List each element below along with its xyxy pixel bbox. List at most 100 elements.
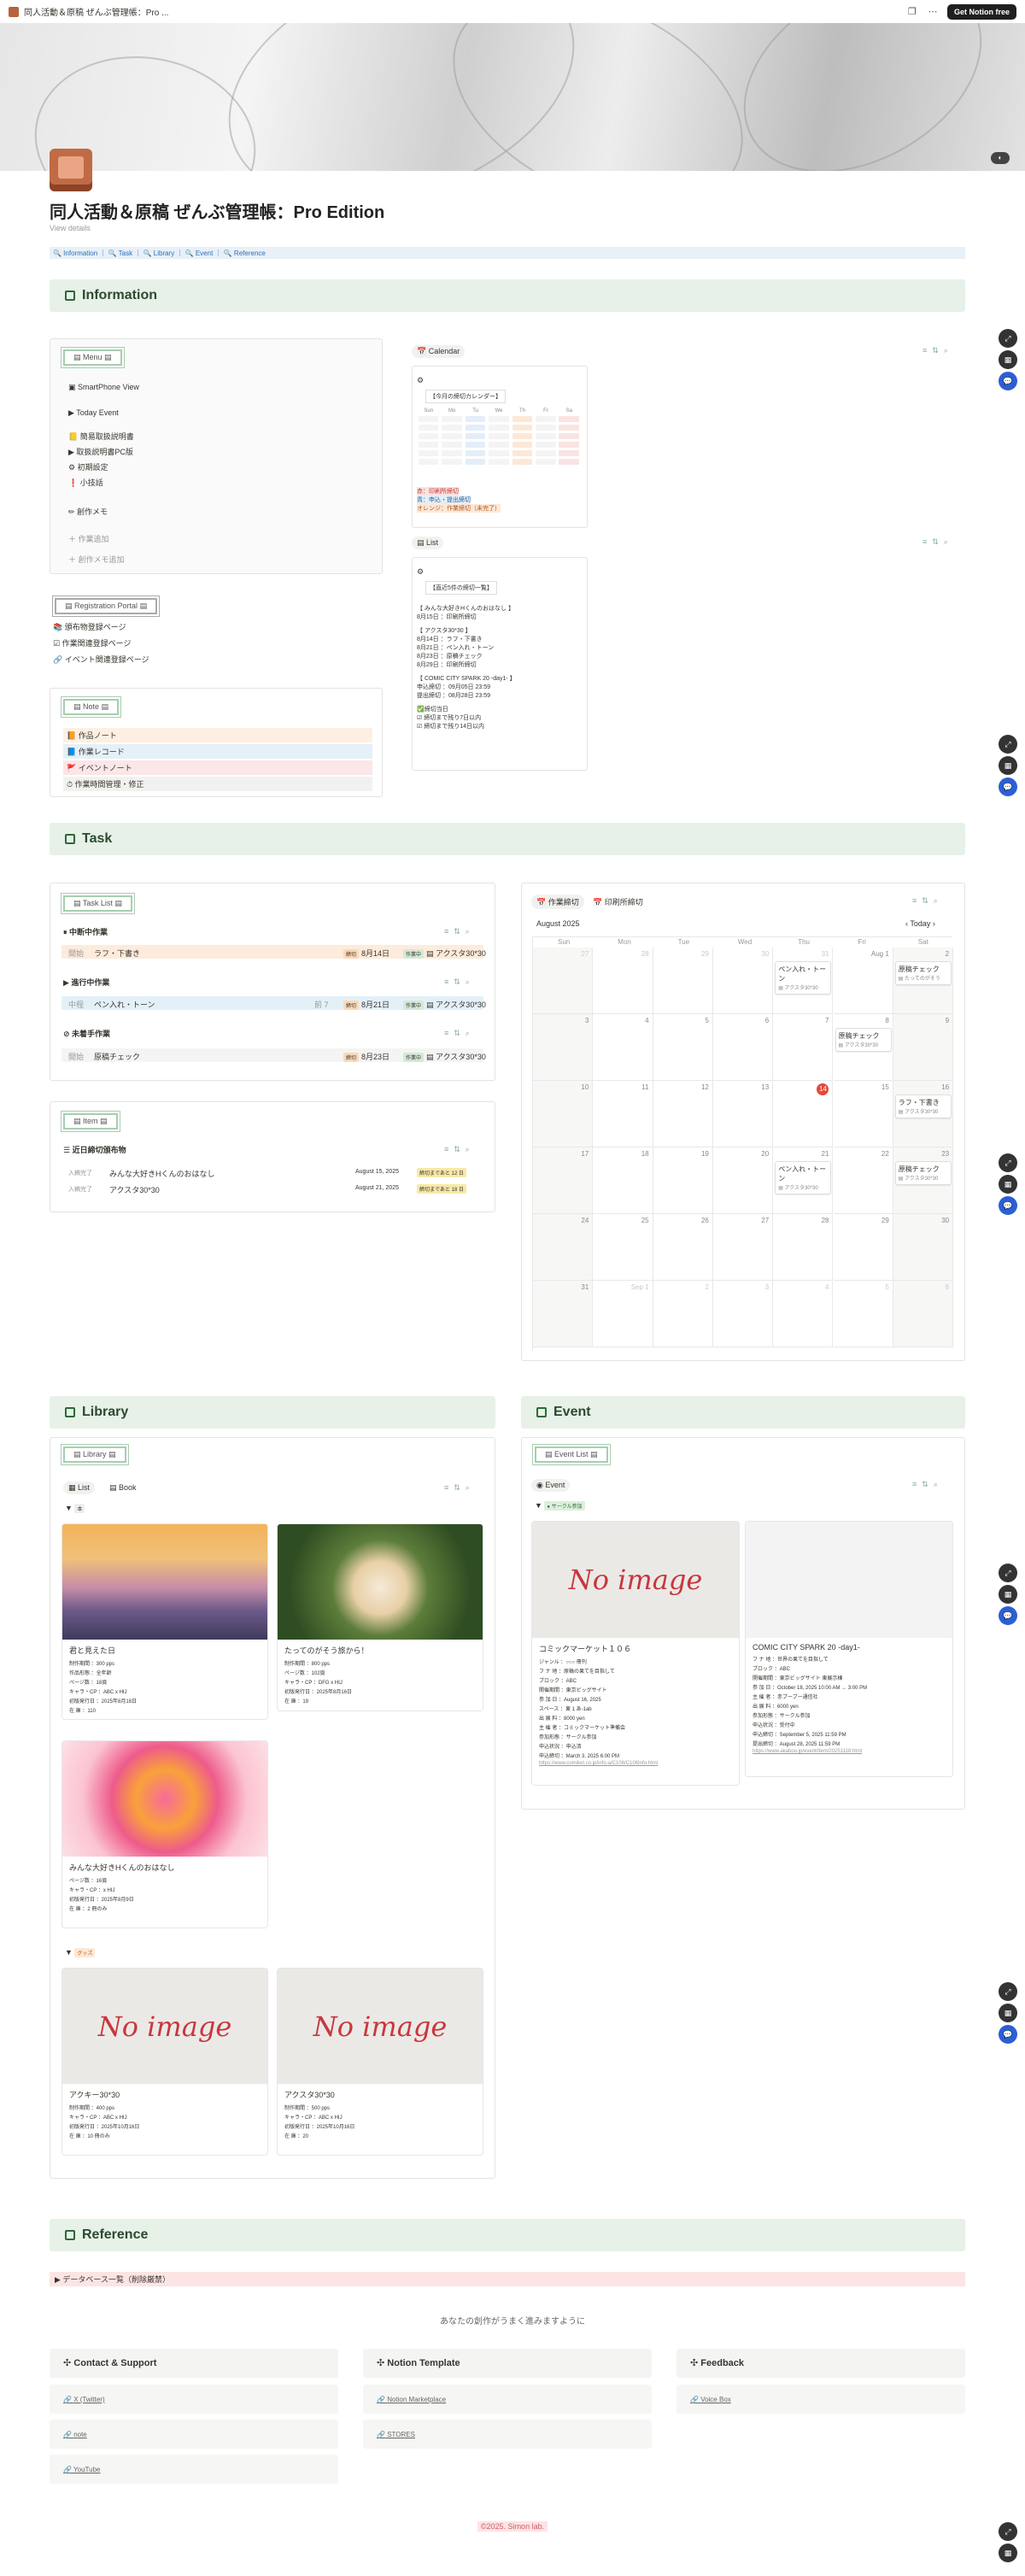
calendar-day-cell[interactable]: 10 [533, 1081, 594, 1147]
link-voice-box[interactable]: 🔗 Voice Box [676, 2385, 965, 2414]
copy-icon[interactable]: ❐ [906, 6, 918, 18]
calendar-event-card[interactable]: ペン入れ・トーン ▤ アクスタ30*30 [775, 961, 832, 995]
note-item[interactable]: 🚩 イベントノート [63, 760, 372, 775]
calendar-day-cell[interactable]: 25 [593, 1214, 653, 1281]
floating-chat-icon[interactable]: 💬 [999, 777, 1017, 796]
add-memo-button[interactable]: ＋ 創作メモ追加 [68, 554, 125, 565]
view-controls[interactable]: ≡⇅⌕ [444, 1145, 475, 1154]
calendar-day-cell[interactable]: 5 [833, 1281, 893, 1347]
calendar-day-cell[interactable]: 29 [653, 948, 713, 1014]
group-books[interactable]: ▼ 本 [65, 1504, 87, 1513]
floating-chat-icon[interactable]: 💬 [999, 1606, 1017, 1625]
calendar-day-cell[interactable]: 28 [593, 948, 653, 1014]
calendar-event-card[interactable]: 原稿チェック ▤ アクスタ30*30 [835, 1028, 892, 1052]
calendar-day-cell[interactable]: 24 [533, 1214, 594, 1281]
library-tab-list[interactable]: ▦ List [63, 1482, 96, 1494]
link-notion-marketplace[interactable]: 🔗 Notion Marketplace [363, 2385, 652, 2414]
floating-grid-icon[interactable]: ▦ [999, 2544, 1017, 2562]
floating-expand-icon[interactable]: ⤢ [999, 329, 1017, 348]
calendar-day-cell[interactable]: 27 [533, 948, 594, 1014]
event-tab[interactable]: ◉ Event [531, 1479, 571, 1492]
goods-card[interactable]: No image アクキー30*30 制作期間 ：400 pps キャラ・CP … [62, 1968, 268, 2156]
today-button[interactable]: ‹ Today › [905, 919, 935, 928]
book-card[interactable]: 君と見えた日 制作期間 ：300 pps 作品形態 ：全年齢 ページ数 ：18頁… [62, 1523, 268, 1720]
item-row[interactable]: 入稿完了 みんな大好きHくんのおはなし August 15, 2025 締切まで… [62, 1165, 483, 1179]
floating-grid-icon[interactable]: ▦ [999, 1585, 1017, 1604]
calendar-day-cell[interactable]: Sep 1 [593, 1281, 653, 1347]
menu-item[interactable]: ▶ 取扱説明書PC版 [68, 446, 133, 457]
event-url[interactable]: https://www.comiket.co.jp/info-a/C106/C1… [532, 1760, 739, 1767]
calendar-day-cell[interactable]: 20 [712, 1147, 774, 1214]
floating-expand-icon[interactable]: ⤢ [999, 1564, 1017, 1582]
library-tab-book[interactable]: ▤ Book [109, 1483, 137, 1493]
view-controls[interactable]: ≡⇅⌕ [922, 537, 953, 547]
calendar-day-cell[interactable]: 7 [773, 1014, 834, 1081]
calendar-day-cell[interactable]: 31 [533, 1281, 594, 1347]
cover-toggle-button[interactable]: ◐ [991, 152, 1010, 164]
floating-grid-icon[interactable]: ▦ [999, 756, 1017, 775]
calendar-day-cell[interactable]: 2 [653, 1281, 713, 1347]
calendar-event-card[interactable]: 原稿チェック ▤ たってのがそう [894, 961, 952, 985]
more-icon[interactable]: ⋯ [927, 6, 939, 18]
tab-printer-deadline[interactable]: 📅 印刷所締切 [593, 896, 643, 907]
floating-grid-icon[interactable]: ▦ [999, 1175, 1017, 1194]
book-card[interactable]: みんな大好きHくんのおはなし ページ数 ：16頁 キャラ・CP ：x HIJ 初… [62, 1740, 268, 1928]
calendar-day-cell[interactable]: 12 [653, 1081, 713, 1147]
menu-item[interactable]: ⚙ 初期設定 [68, 461, 108, 472]
copyright[interactable]: ©2025. Simon lab. [0, 2521, 1025, 2532]
floating-grid-icon[interactable]: ▦ [999, 350, 1017, 369]
calendar-day-cell[interactable]: 6 [893, 1281, 954, 1347]
add-task-button[interactable]: ＋ 作業追加 [68, 533, 109, 544]
calendar-day-cell[interactable]: 4 [773, 1281, 834, 1347]
view-controls[interactable]: ≡⇅⌕ [912, 896, 943, 906]
registration-item[interactable]: ☑ 作業関連登録ページ [53, 637, 131, 648]
note-item[interactable]: ⏱ 作業時間管理・修正 [63, 777, 372, 791]
view-controls[interactable]: ≡⇅⌕ [912, 1480, 943, 1489]
floating-chat-icon[interactable]: 💬 [999, 1196, 1017, 1215]
calendar-event-card[interactable]: ペン入れ・トーン ▤ アクスタ30*30 [775, 1161, 832, 1194]
calendar-day-cell[interactable]: 3 [712, 1281, 774, 1347]
link-youtube[interactable]: 🔗 YouTube [50, 2455, 338, 2484]
calendar-tab[interactable]: 📅 Calendar [412, 345, 466, 358]
database-toggle[interactable]: ▶ データベース一覧（削除厳禁） [50, 2272, 965, 2286]
calendar-event-card[interactable]: ラフ・下書き ▤ アクスタ30*30 [894, 1094, 952, 1118]
calendar-day-cell[interactable]: 26 [653, 1214, 713, 1281]
calendar-day-cell[interactable]: 5 [653, 1014, 713, 1081]
calendar-day-cell[interactable]: 4 [593, 1014, 653, 1081]
event-card[interactable]: COMIC CITY SPARK 20 -day1- フ ナ 地 ：世界の果てを… [745, 1521, 953, 1777]
book-card[interactable]: たってのがそう旅から！ 制作期間 ：800 pps ページ数 ：102頁 キャラ… [277, 1523, 483, 1711]
calendar-day-cell[interactable]: 30 [893, 1214, 954, 1281]
calendar-day-cell[interactable]: 30 [712, 948, 774, 1014]
view-controls[interactable]: ≡⇅⌕ [444, 1483, 475, 1493]
floating-chat-icon[interactable]: 💬 [999, 372, 1017, 390]
calendar-day-cell[interactable]: 28 [773, 1214, 834, 1281]
menu-item[interactable]: ✏ 創作メモ [68, 506, 108, 517]
goods-card[interactable]: No image アクスタ30*30 制作期間 ：500 pps キャラ・CP … [277, 1968, 483, 2156]
view-controls[interactable]: ≡⇅⌕ [444, 977, 475, 987]
calendar-day-cell[interactable]: 27 [712, 1214, 774, 1281]
calendar-day-cell[interactable]: 22 [833, 1147, 893, 1214]
floating-grid-icon[interactable]: ▦ [999, 2004, 1017, 2022]
list-tab[interactable]: ▤ List [412, 537, 444, 549]
calendar-day-cell[interactable]: 18 [593, 1147, 653, 1214]
view-controls[interactable]: ≡⇅⌕ [922, 346, 953, 355]
task-row[interactable]: 開始 原稿チェック 締切 8月23日 作業中 ▤ アクスタ30*30 [62, 1048, 486, 1062]
calendar-day-cell[interactable]: 13 [712, 1081, 774, 1147]
calendar-event-card[interactable]: 原稿チェック ▤ アクスタ30*30 [894, 1161, 952, 1185]
menu-item[interactable]: ❗ 小技話 [68, 477, 103, 488]
calendar-day-cell[interactable]: 17 [533, 1147, 594, 1214]
task-row[interactable]: 中程 ペン入れ・トーン 前 7 締切 8月21日 作業中 ▤ アクスタ30*30 [62, 996, 486, 1010]
registration-item[interactable]: 🔗 イベント関連登録ページ [53, 654, 149, 665]
calendar-day-cell[interactable]: Aug 1 [833, 948, 893, 1014]
tab-deadline[interactable]: 📅 作業締切 [531, 895, 584, 909]
floating-expand-icon[interactable]: ⤢ [999, 1153, 1017, 1172]
menu-item[interactable]: ▶ Today Event [68, 408, 119, 418]
event-url[interactable]: https://www.akaboo.jp/event/item/2025111… [746, 1748, 952, 1755]
floating-expand-icon[interactable]: ⤢ [999, 735, 1017, 754]
note-item[interactable]: 📙 作品ノート [63, 728, 372, 742]
link-stores[interactable]: 🔗 STORES [363, 2420, 652, 2449]
calendar-day-cell[interactable]: 29 [833, 1214, 893, 1281]
calendar-day-cell[interactable]: 11 [593, 1081, 653, 1147]
get-notion-button[interactable]: Get Notion free [946, 3, 1016, 20]
group-goods[interactable]: ▼ グッズ [65, 1948, 97, 1957]
